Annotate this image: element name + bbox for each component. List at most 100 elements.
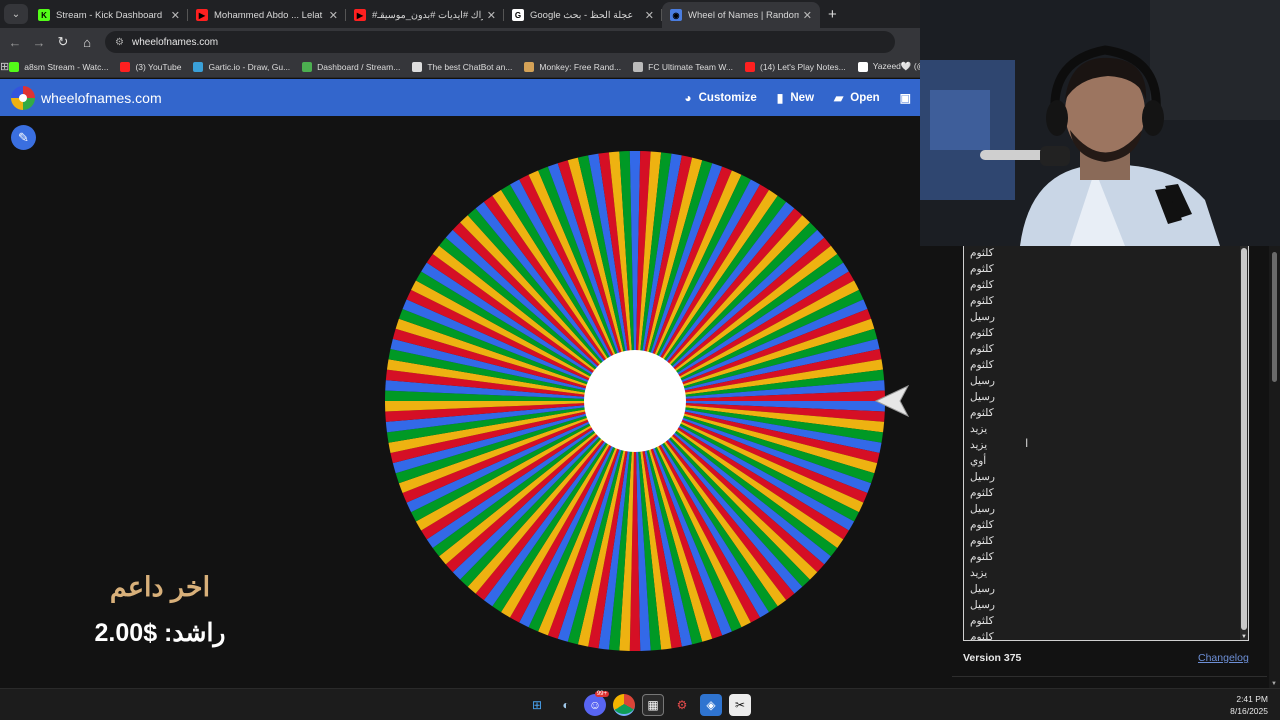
- tab-search-button[interactable]: ⌄: [4, 4, 28, 24]
- page-scroll-thumb[interactable]: [1272, 252, 1277, 382]
- browser-tab[interactable]: ▶ #اشتراك #ايديات #بدون_موسيقـ ✕: [346, 2, 504, 28]
- entry-line: كلثوم: [970, 263, 994, 275]
- tab-favicon-icon: K: [38, 9, 50, 21]
- discord-icon[interactable]: ☺ 99+: [584, 691, 609, 716]
- browser-tab[interactable]: ▶ Mohammed Abdo ... Lelat M ✕: [188, 2, 346, 28]
- last-donor-line: راشد: $2.00: [94, 619, 226, 647]
- browser-tab[interactable]: K Stream - Kick Dashboard ✕: [30, 2, 188, 28]
- bookmark-label: (14) Let's Play Notes...: [759, 61, 846, 72]
- entries-list: كلثوم كلثوم كلثوم كلثوم رسيل كلثوم كلثوم كلثوم ر…: [964, 246, 1248, 640]
- apps-grid-icon[interactable]: ⊞: [0, 60, 9, 73]
- entry-line: رسيل: [970, 583, 995, 595]
- screen: ⌄ K Stream - Kick Dashboard ✕ ▶ Mohammed Abd…: [0, 0, 1280, 720]
- header-actions: ◕ Customize ▮ New ▰ Open ▣: [684, 79, 920, 116]
- obs-icon[interactable]: ▦: [642, 694, 664, 716]
- bookmark-item[interactable]: (14) Let's Play Notes...: [744, 61, 846, 72]
- url-text: wheelofnames.com: [131, 36, 219, 48]
- entry-line: أوي: [970, 455, 987, 467]
- clock-date: 8/16/2025: [1230, 706, 1268, 716]
- bookmark-label: FC Ultimate Team W...: [648, 61, 733, 72]
- edit-button[interactable]: ✎: [11, 125, 36, 150]
- entry-line: كلثوم: [970, 487, 994, 499]
- bookmark-item[interactable]: Yazeed🤍 (@a8sm1...: [857, 61, 920, 72]
- bookmark-favicon-icon: [302, 61, 313, 72]
- entry-line: كلثوم: [970, 295, 994, 307]
- site-title[interactable]: wheelofnames.com: [41, 90, 162, 106]
- wheel[interactable]: [383, 149, 887, 653]
- streamlabs-icon[interactable]: ⚙: [671, 694, 693, 716]
- entries-textbox[interactable]: كلثوم كلثوم كلثوم كلثوم رسيل كلثوم كلثوم كلثوم ر…: [963, 246, 1249, 641]
- scroll-down-arrow-icon[interactable]: ▼: [1240, 633, 1248, 640]
- entry-line: كلثوم: [970, 615, 994, 627]
- bookmark-item[interactable]: Dashboard / Stream...: [302, 61, 400, 72]
- page-scrollbar[interactable]: ▼: [1269, 246, 1280, 688]
- chrome-icon[interactable]: [613, 694, 635, 716]
- bookmark-item[interactable]: The best ChatBot an...: [412, 61, 512, 72]
- entries-scroll-thumb[interactable]: [1241, 248, 1247, 630]
- bookmark-label: Monkey: Free Rand...: [539, 61, 622, 72]
- chevron-down-icon: ⌄: [11, 8, 21, 20]
- webcam-person-image: [920, 0, 1280, 246]
- palette-icon: ◕: [684, 90, 692, 105]
- home-icon[interactable]: ⌂: [75, 35, 99, 50]
- capcut-icon[interactable]: ✂: [729, 694, 751, 716]
- bookmark-item[interactable]: Gartic.io - Draw, Gu...: [193, 61, 290, 72]
- browser-tab[interactable]: ◉ Wheel of Names | Random nam ✕: [662, 2, 820, 28]
- new-button[interactable]: ▮ New: [777, 91, 814, 105]
- taskbar-clock[interactable]: 2:41 PM 8/16/2025: [1230, 693, 1268, 717]
- bookmark-label: Yazeed🤍 (@a8sm1...: [872, 61, 920, 71]
- bookmark-item[interactable]: (3) YouTube: [120, 61, 181, 72]
- steam-icon[interactable]: ◐: [555, 694, 577, 716]
- bookmark-favicon-icon: [412, 61, 423, 72]
- app-icon[interactable]: ◈: [700, 694, 722, 716]
- bookmark-favicon-icon: [857, 61, 868, 72]
- bookmark-label: Dashboard / Stream...: [317, 61, 401, 72]
- entry-line: كلثوم: [970, 327, 994, 339]
- customize-button[interactable]: ◕ Customize: [684, 91, 756, 105]
- bookmark-item[interactable]: a8sm Stream - Watc...: [9, 61, 108, 72]
- address-bar[interactable]: ⚙ wheelofnames.com: [105, 31, 895, 53]
- tab-close-icon[interactable]: ✕: [803, 9, 812, 22]
- bookmark-favicon-icon: [524, 61, 535, 72]
- bookmark-item[interactable]: FC Ultimate Team W...: [633, 61, 733, 72]
- tab-close-icon[interactable]: ✕: [645, 9, 654, 22]
- tab-close-icon[interactable]: ✕: [487, 9, 496, 22]
- open-label: Open: [850, 91, 880, 104]
- entry-line: كلثوم: [970, 279, 994, 291]
- forward-icon[interactable]: →: [27, 35, 51, 50]
- tab-title: Wheel of Names | Random nam: [688, 9, 799, 21]
- wheel-logo-icon[interactable]: [11, 85, 35, 110]
- bookmark-label: (3) YouTube: [135, 61, 182, 72]
- browser-tab[interactable]: G Google عجلة الحظ - بحث ✕: [504, 2, 662, 28]
- new-tab-button[interactable]: +: [828, 6, 837, 23]
- entries-scrollbar[interactable]: ▼: [1240, 246, 1248, 640]
- back-icon[interactable]: ←: [3, 35, 27, 50]
- bookmarks-bar: ⊞ a8sm Stream - Watc... (3) YouTube Gartic…: [0, 56, 920, 78]
- tab-close-icon[interactable]: ✕: [171, 9, 180, 22]
- pencil-icon: ✎: [18, 129, 29, 145]
- page-scroll-down-icon[interactable]: ▼: [1271, 681, 1277, 687]
- clock-time: 2:41 PM: [1236, 694, 1268, 704]
- bookmark-item[interactable]: Monkey: Free Rand...: [524, 61, 621, 72]
- open-button[interactable]: ▰ Open: [834, 91, 880, 105]
- new-label: New: [790, 91, 815, 104]
- tab-favicon-icon: G: [512, 9, 524, 21]
- changelog-link[interactable]: Changelog: [1198, 652, 1249, 664]
- entry-line: رسيل: [970, 311, 995, 323]
- bookmark-label: The best ChatBot an...: [427, 61, 513, 72]
- entry-line: يزيد: [970, 439, 988, 451]
- entry-line: رسيل: [970, 471, 995, 483]
- tab-close-icon[interactable]: ✕: [329, 9, 338, 22]
- save-button[interactable]: ▣: [900, 91, 918, 105]
- reload-icon[interactable]: ↻: [51, 34, 75, 50]
- site-header: wheelofnames.com ◕ Customize ▮ New ▰ Ope…: [0, 79, 920, 116]
- webcam-overlay: [920, 0, 1280, 246]
- windows-start-icon[interactable]: ⊞: [526, 694, 548, 716]
- text-cursor-icon: I: [1025, 436, 1029, 450]
- entry-line: رسيل: [970, 503, 995, 515]
- site-info-icon[interactable]: ⚙: [115, 37, 124, 48]
- wheel-center[interactable]: [584, 350, 686, 452]
- tab-list: K Stream - Kick Dashboard ✕ ▶ Mohammed Abdo …: [30, 0, 820, 28]
- wheel-graphic[interactable]: [383, 149, 887, 653]
- tab-title: #اشتراك #ايديات #بدون_موسيقـ: [372, 9, 483, 21]
